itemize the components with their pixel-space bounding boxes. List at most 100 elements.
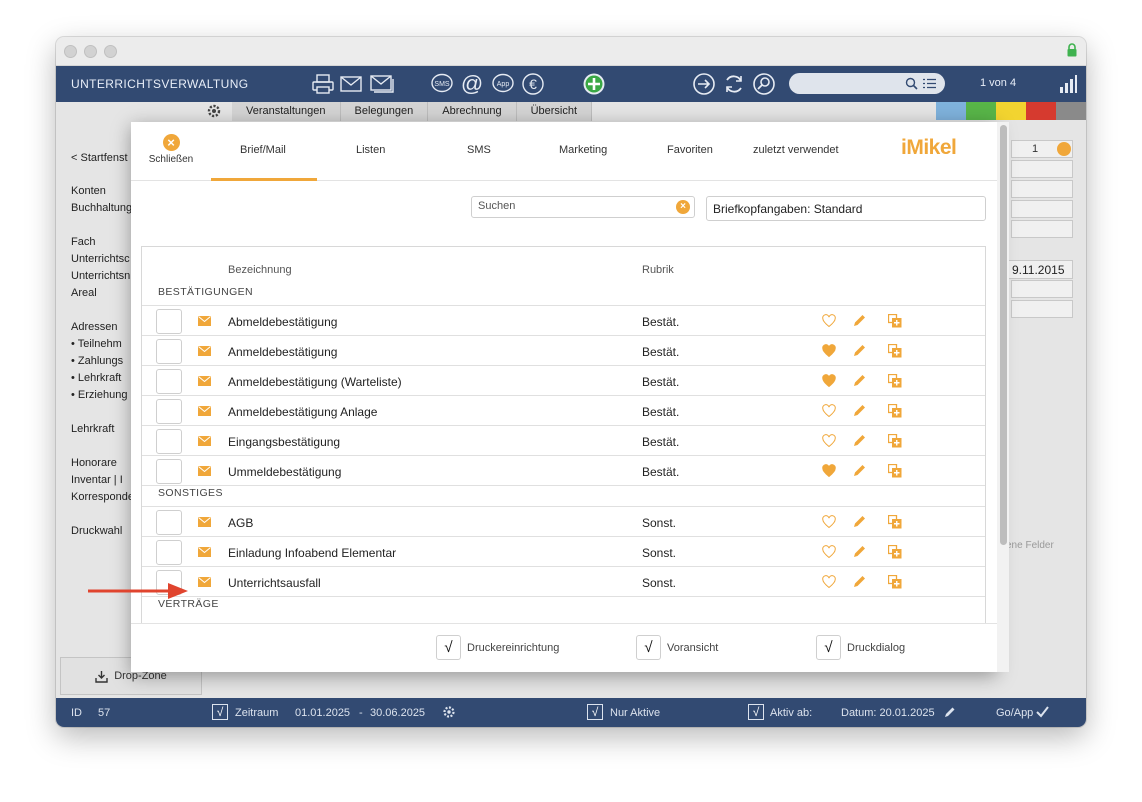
favorite-heart-icon[interactable] [822, 344, 836, 358]
toolbar-search-input[interactable] [789, 73, 945, 94]
column-header-rubrik[interactable]: Rubrik [642, 264, 674, 276]
tab-brief-mail[interactable]: Brief/Mail [240, 144, 286, 156]
aktiv-ab-checkbox[interactable]: √ [748, 704, 764, 720]
duplicate-icon[interactable] [888, 515, 902, 529]
tab-favoriten[interactable]: Favoriten [667, 144, 713, 156]
edit-pencil-icon[interactable] [853, 403, 867, 417]
favorite-heart-icon[interactable] [822, 575, 836, 589]
row-checkbox[interactable] [156, 369, 182, 394]
printer-icon[interactable] [311, 72, 335, 96]
goapp-label[interactable]: Go/App [996, 707, 1033, 719]
druckereinrichtung-option[interactable]: √ Druckereinrichtung [436, 635, 559, 660]
nav-areal[interactable]: Areal [71, 287, 97, 299]
row-checkbox[interactable] [156, 429, 182, 454]
nav-lehrkraft-sub[interactable]: • Lehrkraft [71, 372, 121, 384]
nav-honorare[interactable]: Honorare [71, 457, 117, 469]
edit-pencil-icon[interactable] [853, 343, 867, 357]
nav-konten[interactable]: Konten [71, 185, 106, 197]
nav-unterrichtsn[interactable]: Unterrichtsn [71, 270, 130, 282]
row-checkbox[interactable] [156, 540, 182, 565]
nav-adressen[interactable]: Adressen [71, 321, 117, 333]
druckdialog-option[interactable]: √ Druckdialog [816, 635, 905, 660]
bg-field-3[interactable] [1011, 200, 1073, 218]
nav-zahlungs[interactable]: • Zahlungs [71, 355, 123, 367]
tab-uebersicht[interactable]: Übersicht [516, 102, 593, 121]
edit-pencil-icon[interactable] [853, 574, 867, 588]
date-field[interactable]: 9.11.2015 [1001, 260, 1073, 279]
nav-inventar[interactable]: Inventar | I [71, 474, 123, 486]
clear-search-icon[interactable]: × [676, 200, 690, 214]
row-checkbox[interactable] [156, 510, 182, 535]
minimize-window-button[interactable] [84, 45, 97, 58]
nav-lehrkraft[interactable]: Lehrkraft [71, 423, 114, 435]
duplicate-icon[interactable] [888, 374, 902, 388]
nav-korrespondenz[interactable]: Korresponde [71, 491, 134, 503]
druckereinrichtung-checkbox[interactable]: √ [436, 635, 461, 660]
tab-zuletzt-verwendet[interactable]: zuletzt verwendet [753, 144, 839, 156]
bg-field-1[interactable] [1011, 160, 1073, 178]
edit-pencil-icon[interactable] [853, 463, 867, 477]
favorite-heart-icon[interactable] [822, 434, 836, 448]
chevron-down-icon[interactable] [1057, 142, 1071, 156]
zeitraum-to[interactable]: 30.06.2025 [370, 707, 425, 719]
duplicate-icon[interactable] [888, 404, 902, 418]
favorite-heart-icon[interactable] [822, 464, 836, 478]
template-row[interactable]: Anmeldebestätigung Bestät. [142, 335, 985, 365]
nav-unterrichtsc[interactable]: Unterrichtsc [71, 253, 130, 265]
settings-gear-icon[interactable] [206, 103, 224, 121]
euro-icon[interactable]: € [521, 72, 545, 96]
tab-listen[interactable]: Listen [356, 144, 385, 156]
search-input[interactable]: Suchen × [471, 196, 695, 218]
duplicate-icon[interactable] [888, 464, 902, 478]
row-checkbox[interactable] [156, 339, 182, 364]
template-row[interactable]: Ummeldebestätigung Bestät. [142, 455, 985, 485]
voransicht-option[interactable]: √ Voransicht [636, 635, 718, 660]
tab-veranstaltungen[interactable]: Veranstaltungen [232, 102, 341, 121]
color-tab-green[interactable] [966, 102, 996, 120]
nav-fach[interactable]: Fach [71, 236, 95, 248]
nav-buchhaltung[interactable]: Buchhaltung [71, 202, 132, 214]
zeitraum-checkbox[interactable]: √ [212, 704, 228, 720]
favorite-heart-icon[interactable] [822, 314, 836, 328]
duplicate-icon[interactable] [888, 575, 902, 589]
row-checkbox[interactable] [156, 399, 182, 424]
duplicate-icon[interactable] [888, 344, 902, 358]
voransicht-checkbox[interactable]: √ [636, 635, 661, 660]
favorite-heart-icon[interactable] [822, 374, 836, 388]
tab-belegungen[interactable]: Belegungen [340, 102, 429, 121]
nav-druckwahl[interactable]: Druckwahl [71, 525, 122, 537]
bg-field-6[interactable] [1011, 300, 1073, 318]
template-row[interactable]: Einladung Infoabend Elementar Sonst. [142, 536, 985, 566]
template-row[interactable]: Eingangsbestätigung Bestät. [142, 425, 985, 455]
zoom-window-button[interactable] [104, 45, 117, 58]
color-tab-grey[interactable] [1056, 102, 1086, 120]
dialog-scrollbar-thumb[interactable] [1000, 125, 1007, 545]
nur-aktive-checkbox[interactable]: √ [587, 704, 603, 720]
nav-erziehung[interactable]: • Erziehung [71, 389, 127, 401]
bg-field-2[interactable] [1011, 180, 1073, 198]
druckdialog-checkbox[interactable]: √ [816, 635, 841, 660]
zeitraum-from[interactable]: 01.01.2025 [295, 707, 350, 719]
row-checkbox[interactable] [156, 309, 182, 334]
bg-field-5[interactable] [1011, 280, 1073, 298]
row-checkbox[interactable] [156, 459, 182, 484]
letterhead-select[interactable]: Briefkopfangaben: Standard [706, 196, 986, 221]
sms-icon[interactable]: SMS [430, 72, 454, 96]
close-window-button[interactable] [64, 45, 77, 58]
refresh-icon[interactable] [722, 72, 746, 96]
template-row[interactable]: Unterrichtsausfall Sonst. [142, 566, 985, 596]
bg-field-4[interactable] [1011, 220, 1073, 238]
color-tab-yellow[interactable] [996, 102, 1026, 120]
nav-startfenster[interactable]: < Startfenst [71, 152, 128, 164]
app-icon[interactable]: App [491, 72, 515, 96]
edit-pencil-icon[interactable] [853, 433, 867, 447]
template-row[interactable]: Anmeldebestätigung Anlage Bestät. [142, 395, 985, 425]
duplicate-icon[interactable] [888, 314, 902, 328]
add-icon[interactable] [582, 72, 606, 96]
tab-sms[interactable]: SMS [467, 144, 491, 156]
duplicate-icon[interactable] [888, 545, 902, 559]
nav-teilnehmer[interactable]: • Teilnehm [71, 338, 122, 350]
list-icon[interactable] [923, 78, 936, 89]
gear-icon[interactable] [442, 705, 456, 719]
favorite-heart-icon[interactable] [822, 515, 836, 529]
